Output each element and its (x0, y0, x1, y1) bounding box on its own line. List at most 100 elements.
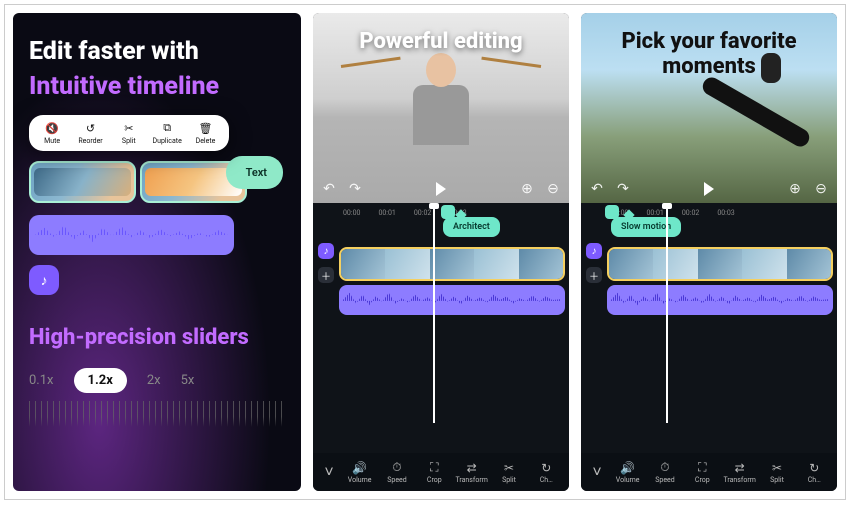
playhead[interactable] (666, 205, 668, 423)
timeline[interactable]: 00:00 00:01 00:02 00:03 Slow motion ♪ ＋ (581, 203, 837, 453)
split-tool[interactable]: ✂Split (758, 461, 795, 484)
delete-icon: 🗑 (198, 121, 212, 135)
video-clip[interactable] (29, 161, 136, 203)
playhead[interactable] (433, 205, 435, 423)
more-tool[interactable]: ↻Ch… (796, 461, 833, 484)
split-label: Split (122, 137, 136, 145)
timeline[interactable]: 00:00 00:01 00:02 00:03 Architect ♪ ＋ (313, 203, 569, 453)
video-track[interactable] (339, 247, 565, 281)
duplicate-label: Duplicate (153, 137, 182, 145)
add-music-button[interactable]: ♪ (586, 243, 602, 259)
zoom-out-button[interactable]: ⊖ (545, 181, 561, 197)
crop-icon: ⛶ (427, 461, 441, 475)
heading-pick-moments: Pick your favorite moments (581, 13, 837, 85)
effect-chip[interactable]: Slow motion (611, 217, 681, 237)
split-icon: ✂ (122, 121, 136, 135)
undo-button[interactable]: ↶ (589, 181, 605, 197)
duplicate-button[interactable]: ⧉ Duplicate (150, 121, 184, 145)
heading-edit-faster: Edit faster with (29, 37, 285, 66)
slider-ruler[interactable] (29, 401, 285, 427)
timecode: 00:00 (343, 209, 360, 217)
video-clips-row (29, 161, 247, 203)
video-track[interactable] (607, 247, 833, 281)
reorder-button[interactable]: ↺ Reorder (73, 121, 107, 145)
split-button[interactable]: ✂ Split (112, 121, 146, 145)
panel-powerful-editing: Powerful editing ↶ ↷ ⊕ ⊖ 00:00 00:0 (313, 13, 569, 491)
add-music-button[interactable]: ♪ (29, 265, 59, 295)
heading-powerful-editing: Powerful editing (313, 13, 569, 60)
preview-controls: ↶ ↷ ⊕ ⊖ (581, 181, 837, 197)
play-button[interactable] (436, 182, 446, 196)
add-music-button[interactable]: ♪ (318, 243, 334, 259)
more-tool[interactable]: ↻Ch… (528, 461, 565, 484)
speed-icon: ⏱ (390, 461, 404, 475)
reorder-icon: ↺ (83, 121, 97, 135)
panel-pick-moments: Pick your favorite moments ↶ ↷ ⊕ ⊖ 00:00 (581, 13, 837, 491)
crop-tool[interactable]: ⛶Crop (416, 461, 453, 484)
split-icon: ✂ (502, 461, 516, 475)
transform-tool[interactable]: ⇄Transform (453, 461, 490, 484)
expand-toolbar-button[interactable]: ˅ (317, 460, 341, 484)
zoom-out-button[interactable]: ⊖ (813, 181, 829, 197)
undo-button[interactable]: ↶ (321, 181, 337, 197)
timecode: 00:02 (682, 209, 699, 217)
bottom-toolbar: ˅ 🔊Volume ⏱Speed ⛶Crop ⇄Transform ✂Split… (313, 453, 569, 491)
delete-label: Delete (196, 137, 216, 145)
redo-button[interactable]: ↷ (347, 181, 363, 197)
transform-tool[interactable]: ⇄Transform (721, 461, 758, 484)
app-frame: Edit faster with Intuitive timeline 🔇 Mu… (4, 4, 846, 500)
transform-icon: ⇄ (733, 461, 747, 475)
crop-icon: ⛶ (695, 461, 709, 475)
zoom-in-button[interactable]: ⊕ (519, 181, 535, 197)
speed-slider[interactable]: 0.1x 1.2x 2x 5x (29, 368, 285, 393)
add-track-button[interactable]: ＋ (586, 267, 602, 283)
mute-button[interactable]: 🔇 Mute (35, 121, 69, 145)
zoom-in-button[interactable]: ⊕ (787, 181, 803, 197)
heading-intuitive-timeline: Intuitive timeline (29, 72, 285, 101)
speed-option-active[interactable]: 1.2x (74, 368, 127, 393)
expand-toolbar-button[interactable]: ˅ (585, 460, 609, 484)
clip-context-toolbar: 🔇 Mute ↺ Reorder ✂ Split ⧉ Duplicate 🗑 D… (29, 115, 229, 151)
bottom-toolbar: ˅ 🔊Volume ⏱Speed ⛶Crop ⇄Transform ✂Split… (581, 453, 837, 491)
text-overlay-chip[interactable]: Text (226, 156, 283, 189)
redo-button[interactable]: ↷ (615, 181, 631, 197)
split-icon: ✂ (770, 461, 784, 475)
audio-track[interactable] (29, 215, 234, 255)
preview-figure (391, 53, 491, 193)
panel-intro: Edit faster with Intuitive timeline 🔇 Mu… (13, 13, 301, 491)
play-button[interactable] (704, 182, 714, 196)
timeline-side-controls: ♪ ＋ (317, 243, 335, 423)
transform-icon: ⇄ (465, 461, 479, 475)
speed-option[interactable]: 0.1x (29, 373, 54, 388)
speed-option[interactable]: 5x (181, 373, 195, 388)
audio-track[interactable] (339, 285, 565, 315)
duplicate-icon: ⧉ (160, 121, 174, 135)
video-preview[interactable]: Pick your favorite moments ↶ ↷ ⊕ ⊖ (581, 13, 837, 203)
delete-button[interactable]: 🗑 Delete (188, 121, 222, 145)
heading-sliders: High-precision sliders (29, 325, 285, 350)
speed-tool[interactable]: ⏱Speed (378, 461, 415, 484)
add-track-button[interactable]: ＋ (318, 267, 334, 283)
volume-icon: 🔊 (353, 461, 367, 475)
volume-tool[interactable]: 🔊Volume (609, 461, 646, 484)
volume-tool[interactable]: 🔊Volume (341, 461, 378, 484)
timecode-row: 00:00 00:01 00:02 00:03 (585, 207, 833, 217)
split-tool[interactable]: ✂Split (490, 461, 527, 484)
mute-icon: 🔇 (45, 121, 59, 135)
speed-tool[interactable]: ⏱Speed (646, 461, 683, 484)
video-preview[interactable]: Powerful editing ↶ ↷ ⊕ ⊖ (313, 13, 569, 203)
reorder-label: Reorder (78, 137, 102, 145)
timeline-side-controls: ♪ ＋ (585, 243, 603, 423)
audio-track[interactable] (607, 285, 833, 315)
effect-chip[interactable]: Architect (443, 217, 500, 237)
speed-icon: ⏱ (658, 461, 672, 475)
mute-label: Mute (44, 137, 60, 145)
rotate-icon: ↻ (807, 461, 821, 475)
volume-icon: 🔊 (621, 461, 635, 475)
timecode: 00:03 (717, 209, 734, 217)
music-note-icon: ♪ (41, 272, 48, 289)
timecode: 00:01 (646, 209, 663, 217)
crop-tool[interactable]: ⛶Crop (684, 461, 721, 484)
preview-controls: ↶ ↷ ⊕ ⊖ (313, 181, 569, 197)
speed-option[interactable]: 2x (147, 373, 161, 388)
